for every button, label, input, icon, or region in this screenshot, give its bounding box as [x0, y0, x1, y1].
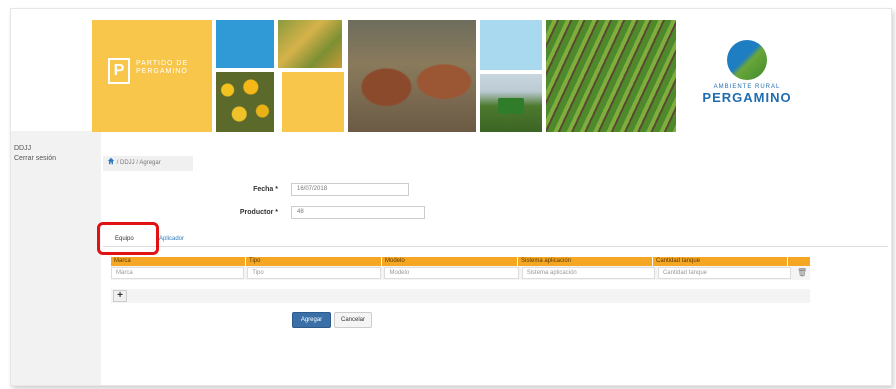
tab-aplicador[interactable]: Aplicador: [159, 234, 184, 244]
header-banner: P PARTIDO DE PERGAMINO AMBIENTE RURAL PE…: [92, 20, 810, 132]
sistema-aplicacion-input[interactable]: Sistema aplicación: [521, 267, 655, 279]
cancelar-button[interactable]: Cancelar: [334, 312, 372, 328]
table-row: Marca Tipo Modelo Sistema aplicación Can…: [111, 266, 810, 280]
modelo-input[interactable]: Modelo: [384, 267, 519, 279]
leaf-icon: [727, 40, 767, 80]
sunflower-image: [216, 72, 274, 132]
sidebar: DDJJ Cerrar sesión: [11, 131, 101, 385]
breadcrumb-item-agregar: Agregar: [139, 160, 161, 166]
home-icon[interactable]: [107, 157, 115, 165]
column-header: Modelo: [382, 257, 518, 266]
grid-header: Marca Tipo Modelo Sistema aplicación Can…: [111, 257, 810, 266]
productor-input[interactable]: 48: [291, 206, 425, 219]
highlight-box: [97, 222, 159, 255]
municipality-letter: P: [108, 58, 130, 84]
column-header: Marca: [111, 257, 246, 266]
breadcrumb: / DDJJ / Agregar: [103, 156, 193, 171]
productor-label: Productor *: [239, 209, 278, 216]
tipo-input[interactable]: Tipo: [247, 267, 382, 279]
equipment-grid: Marca Tipo Modelo Sistema aplicación Can…: [111, 257, 810, 280]
trash-icon[interactable]: 🗑: [794, 267, 810, 280]
column-header: Cantidad tanque: [653, 257, 788, 266]
corn-image: [278, 20, 342, 68]
banner-color-tile: [216, 20, 274, 68]
crop-field-image: [546, 20, 676, 132]
municipality-name: PARTIDO DE PERGAMINO: [136, 60, 189, 75]
banner-color-tile: [480, 20, 542, 70]
marca-input[interactable]: Marca: [111, 267, 245, 279]
breadcrumb-item-ddjj[interactable]: DDJJ: [120, 160, 135, 166]
column-header: Tipo: [246, 257, 382, 266]
cattle-image: [348, 20, 476, 132]
column-header: Sistema aplicación: [518, 257, 653, 266]
banner-color-tile: [282, 72, 344, 132]
agregar-button[interactable]: Agregar: [292, 312, 331, 328]
ambiente-rural-logo: AMBIENTE RURAL PERGAMINO: [692, 40, 802, 120]
fecha-input[interactable]: 16/07/2018: [291, 183, 409, 196]
tractor-image: [480, 74, 542, 132]
sidebar-item-logout[interactable]: Cerrar sesión: [11, 154, 101, 164]
add-row-button[interactable]: +: [113, 290, 127, 302]
sidebar-item-ddjj[interactable]: DDJJ: [11, 144, 101, 154]
tab-bar: Equipo Aplicador: [103, 231, 888, 247]
fecha-label: Fecha *: [253, 186, 278, 193]
grid-footer: [111, 289, 810, 303]
municipality-logo: P PARTIDO DE PERGAMINO: [92, 20, 212, 132]
cantidad-tanque-input[interactable]: Cantidad tanque: [657, 267, 792, 279]
